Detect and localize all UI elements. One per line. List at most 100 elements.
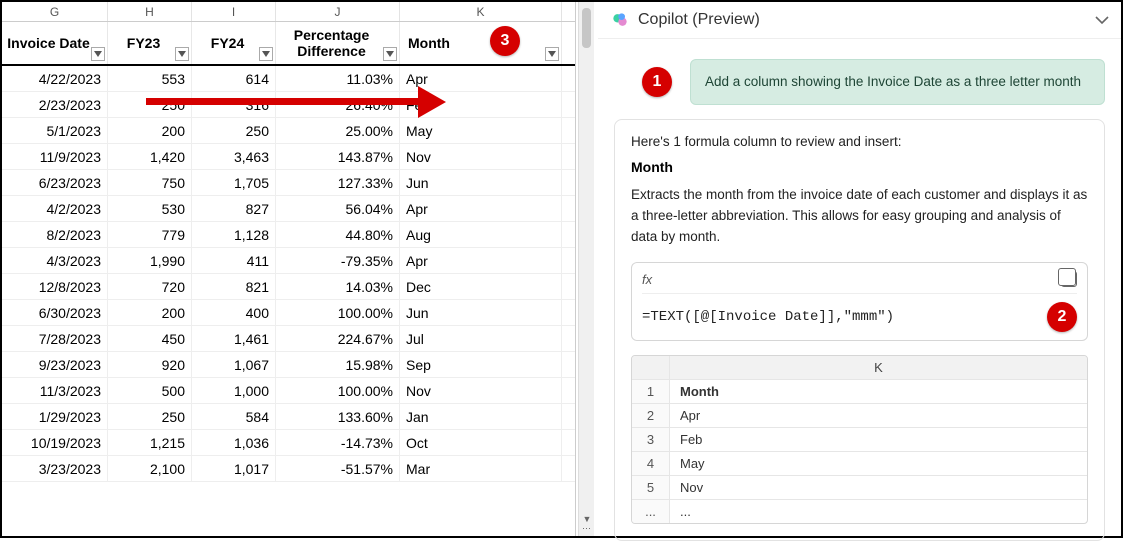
- cell-month[interactable]: Jun: [400, 170, 562, 195]
- cell-month[interactable]: Sep: [400, 352, 562, 377]
- header-fy23[interactable]: FY23: [108, 22, 192, 64]
- cell-fy24[interactable]: 614: [192, 66, 276, 91]
- cell-month[interactable]: Dec: [400, 274, 562, 299]
- cell-invoice-date[interactable]: 5/1/2023: [2, 118, 108, 143]
- filter-dropdown-icon[interactable]: [259, 47, 273, 61]
- cell-invoice-date[interactable]: 4/2/2023: [2, 196, 108, 221]
- cell-fy23[interactable]: 553: [108, 66, 192, 91]
- table-row[interactable]: 4/3/20231,990411-79.35%Apr: [2, 248, 575, 274]
- cell-invoice-date[interactable]: 12/8/2023: [2, 274, 108, 299]
- table-row[interactable]: 11/3/20235001,000100.00%Nov: [2, 378, 575, 404]
- chevron-down-icon[interactable]: [1095, 12, 1109, 28]
- table-row[interactable]: 10/19/20231,2151,036-14.73%Oct: [2, 430, 575, 456]
- cell-fy23[interactable]: 779: [108, 222, 192, 247]
- table-row[interactable]: 6/23/20237501,705127.33%Jun: [2, 170, 575, 196]
- cell-fy23[interactable]: 200: [108, 118, 192, 143]
- cell-fy24[interactable]: 827: [192, 196, 276, 221]
- cell-invoice-date[interactable]: 8/2/2023: [2, 222, 108, 247]
- cell-month[interactable]: Mar: [400, 456, 562, 481]
- col-letter[interactable]: K: [400, 2, 562, 21]
- cell-month[interactable]: Jun: [400, 300, 562, 325]
- cell-pct[interactable]: 15.98%: [276, 352, 400, 377]
- filter-dropdown-icon[interactable]: [545, 47, 559, 61]
- cell-fy23[interactable]: 920: [108, 352, 192, 377]
- cell-month[interactable]: Apr: [400, 66, 562, 91]
- table-row[interactable]: 1/29/2023250584133.60%Jan: [2, 404, 575, 430]
- formula-text[interactable]: =TEXT([@[Invoice Date]],"mmm"): [642, 309, 1033, 325]
- col-letter[interactable]: G: [2, 2, 108, 21]
- header-fy24[interactable]: FY24: [192, 22, 276, 64]
- cell-pct[interactable]: 11.03%: [276, 66, 400, 91]
- col-letter[interactable]: I: [192, 2, 276, 21]
- cell-month[interactable]: Jul: [400, 326, 562, 351]
- cell-fy23[interactable]: 1,990: [108, 248, 192, 273]
- cell-month[interactable]: Nov: [400, 378, 562, 403]
- cell-invoice-date[interactable]: 4/3/2023: [2, 248, 108, 273]
- cell-fy23[interactable]: 2,100: [108, 456, 192, 481]
- header-invoice-date[interactable]: Invoice Date: [2, 22, 108, 64]
- cell-pct[interactable]: 133.60%: [276, 404, 400, 429]
- cell-pct[interactable]: 25.00%: [276, 118, 400, 143]
- cell-month[interactable]: Apr: [400, 196, 562, 221]
- cell-pct[interactable]: -79.35%: [276, 248, 400, 273]
- table-row[interactable]: 3/23/20232,1001,017-51.57%Mar: [2, 456, 575, 482]
- cell-fy23[interactable]: 450: [108, 326, 192, 351]
- cell-invoice-date[interactable]: 1/29/2023: [2, 404, 108, 429]
- cell-fy24[interactable]: 3,463: [192, 144, 276, 169]
- col-letter[interactable]: H: [108, 2, 192, 21]
- cell-fy24[interactable]: 1,000: [192, 378, 276, 403]
- cell-invoice-date[interactable]: 11/3/2023: [2, 378, 108, 403]
- cell-fy24[interactable]: 411: [192, 248, 276, 273]
- cell-pct[interactable]: 14.03%: [276, 274, 400, 299]
- scrollbar-thumb[interactable]: [582, 8, 591, 48]
- cell-pct[interactable]: 26.40%: [276, 92, 400, 117]
- scroll-resize-icon[interactable]: ⋯: [582, 523, 591, 534]
- cell-fy23[interactable]: 750: [108, 170, 192, 195]
- cell-month[interactable]: Apr: [400, 248, 562, 273]
- cell-fy23[interactable]: 1,420: [108, 144, 192, 169]
- cell-fy24[interactable]: 821: [192, 274, 276, 299]
- copy-icon[interactable]: [1061, 271, 1077, 287]
- table-row[interactable]: 4/2/202353082756.04%Apr: [2, 196, 575, 222]
- cell-fy24[interactable]: 1,128: [192, 222, 276, 247]
- cell-fy23[interactable]: 530: [108, 196, 192, 221]
- col-letter[interactable]: J: [276, 2, 400, 21]
- vertical-scrollbar[interactable]: ▼ ⋯: [578, 2, 594, 536]
- cell-month[interactable]: May: [400, 118, 562, 143]
- cell-fy23[interactable]: 200: [108, 300, 192, 325]
- header-pct-diff[interactable]: Percentage Difference: [276, 22, 400, 64]
- cell-invoice-date[interactable]: 10/19/2023: [2, 430, 108, 455]
- cell-month[interactable]: Nov: [400, 144, 562, 169]
- table-row[interactable]: 8/2/20237791,12844.80%Aug: [2, 222, 575, 248]
- filter-dropdown-icon[interactable]: [91, 47, 105, 61]
- cell-invoice-date[interactable]: 9/23/2023: [2, 352, 108, 377]
- cell-pct[interactable]: 56.04%: [276, 196, 400, 221]
- cell-pct[interactable]: 224.67%: [276, 326, 400, 351]
- cell-month[interactable]: Feb: [400, 92, 562, 117]
- cell-fy24[interactable]: 316: [192, 92, 276, 117]
- cell-month[interactable]: Jan: [400, 404, 562, 429]
- cell-fy24[interactable]: 584: [192, 404, 276, 429]
- cell-fy24[interactable]: 1,461: [192, 326, 276, 351]
- table-row[interactable]: 11/9/20231,4203,463143.87%Nov: [2, 144, 575, 170]
- cell-fy24[interactable]: 400: [192, 300, 276, 325]
- cell-pct[interactable]: -14.73%: [276, 430, 400, 455]
- cell-fy24[interactable]: 1,705: [192, 170, 276, 195]
- table-row[interactable]: 4/22/202355361411.03%Apr: [2, 66, 575, 92]
- table-row[interactable]: 7/28/20234501,461224.67%Jul: [2, 326, 575, 352]
- cell-pct[interactable]: -51.57%: [276, 456, 400, 481]
- cell-pct[interactable]: 143.87%: [276, 144, 400, 169]
- cell-invoice-date[interactable]: 4/22/2023: [2, 66, 108, 91]
- cell-fy24[interactable]: 1,017: [192, 456, 276, 481]
- table-row[interactable]: 9/23/20239201,06715.98%Sep: [2, 352, 575, 378]
- cell-fy24[interactable]: 1,067: [192, 352, 276, 377]
- table-row[interactable]: 12/8/202372082114.03%Dec: [2, 274, 575, 300]
- table-row[interactable]: 5/1/202320025025.00%May: [2, 118, 575, 144]
- filter-dropdown-icon[interactable]: [383, 47, 397, 61]
- cell-pct[interactable]: 44.80%: [276, 222, 400, 247]
- cell-fy23[interactable]: 250: [108, 404, 192, 429]
- cell-invoice-date[interactable]: 2/23/2023: [2, 92, 108, 117]
- cell-pct[interactable]: 100.00%: [276, 300, 400, 325]
- header-month[interactable]: Month: [400, 22, 562, 64]
- cell-invoice-date[interactable]: 11/9/2023: [2, 144, 108, 169]
